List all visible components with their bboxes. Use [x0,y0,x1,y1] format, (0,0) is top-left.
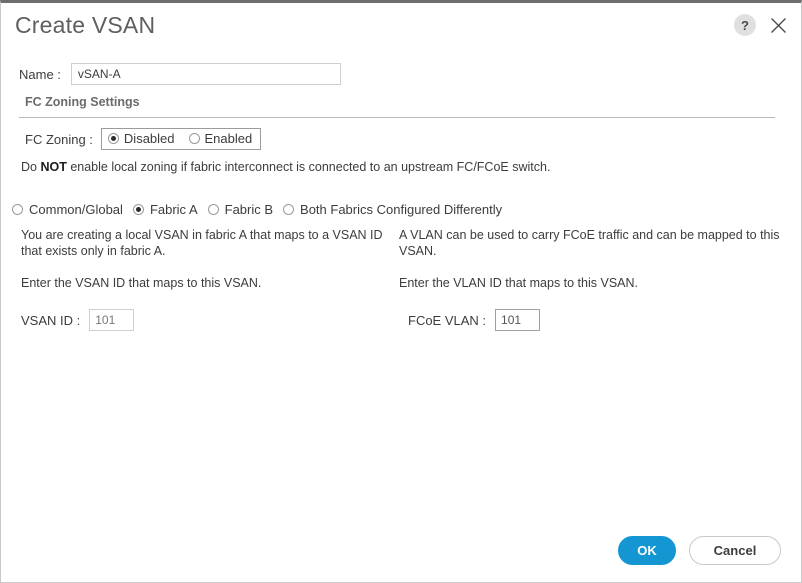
dialog-body: Name : FC Zoning Settings FC Zoning : Di… [1,47,801,582]
section-divider [19,117,775,118]
fcoe-vlan-id-row: FCoE VLAN : [399,309,789,331]
fc-zoning-label: FC Zoning : [25,131,93,147]
cancel-button[interactable]: Cancel [689,536,781,565]
fabric-option-fabric-b-label: Fabric B [224,202,274,217]
radio-icon [207,204,219,215]
create-vsan-dialog: Create VSAN ? Name : FC Zoning Settings … [0,0,802,583]
vsan-id-label: VSAN ID : [21,312,81,328]
fcoe-vlan-column: A VLAN can be used to carry FCoE traffic… [399,227,789,331]
radio-icon [188,133,200,144]
fabric-option-both-fabrics-label: Both Fabrics Configured Differently [300,202,503,217]
fabric-option-fabric-a[interactable]: Fabric A [132,202,198,217]
ok-button[interactable]: OK [618,536,676,565]
fcoe-vlan-description: A VLAN can be used to carry FCoE traffic… [399,228,780,258]
vsan-column: You are creating a local VSAN in fabric … [21,227,391,331]
warning-bold: NOT [40,160,67,174]
dialog-titlebar: Create VSAN ? [1,6,801,47]
fc-zoning-option-disabled-label: Disabled [123,131,175,146]
fc-zoning-radio-group: Disabled Enabled [100,128,262,150]
vsan-id-row: VSAN ID : [21,309,391,331]
fabric-option-fabric-b[interactable]: Fabric B [207,202,274,217]
name-row: Name : [19,63,341,85]
fabric-radio-group: Common/Global Fabric A Fabric B Both Fab… [12,202,506,217]
fabric-option-both-fabrics[interactable]: Both Fabrics Configured Differently [283,202,502,217]
fabric-option-common-global[interactable]: Common/Global [12,202,123,217]
fabric-option-fabric-a-label: Fabric A [149,202,198,217]
warning-suffix: enable local zoning if fabric interconne… [66,160,551,174]
fc-zoning-row: FC Zoning : Disabled Enabled [25,128,262,150]
fc-zoning-option-enabled-label: Enabled [204,131,253,146]
radio-icon [283,204,295,215]
radio-icon [12,204,23,215]
fcoe-vlan-instruction: Enter the VLAN ID that maps to this VSAN… [399,276,638,290]
zoning-warning-text: Do NOT enable local zoning if fabric int… [21,160,550,174]
vsan-id-input[interactable] [89,309,135,331]
fc-zoning-option-disabled[interactable]: Disabled [107,131,175,146]
name-label: Name : [19,66,61,82]
close-x-icon[interactable] [768,15,788,35]
titlebar-actions: ? [734,14,788,36]
name-input[interactable] [70,63,341,85]
help-question-icon[interactable]: ? [734,14,756,36]
fabric-option-common-global-label: Common/Global [29,202,123,217]
radio-icon [107,133,119,144]
page-title: Create VSAN [15,12,156,38]
vsan-instruction: Enter the VSAN ID that maps to this VSAN… [21,276,262,290]
warning-prefix: Do [21,160,41,174]
vsan-description: You are creating a local VSAN in fabric … [21,228,383,258]
fc-zoning-option-enabled[interactable]: Enabled [188,131,253,146]
fcoe-vlan-label: FCoE VLAN : [408,312,487,328]
radio-icon [132,204,144,215]
fc-zoning-section-title: FC Zoning Settings [25,95,140,109]
dialog-footer: OK Cancel [618,536,781,565]
fcoe-vlan-input[interactable] [495,309,541,331]
